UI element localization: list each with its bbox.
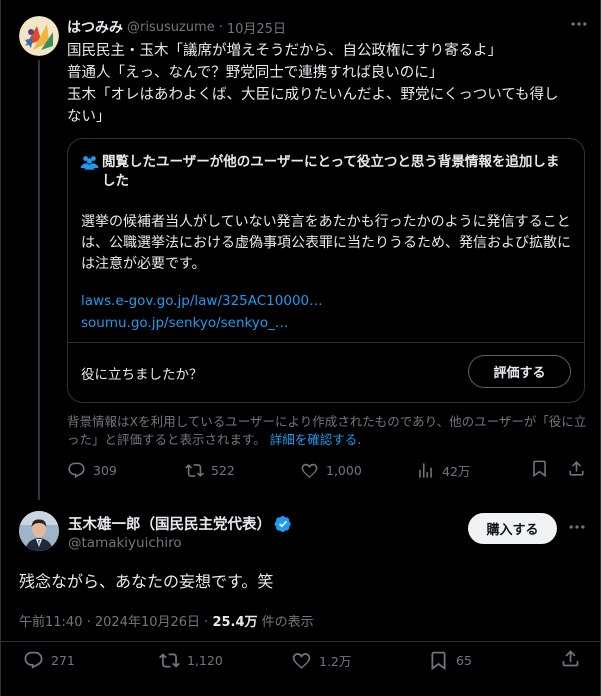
tweet2-handle[interactable]: @tamakiyuichiro	[68, 535, 182, 551]
tweet1-handle[interactable]: @risusuzume	[127, 20, 215, 35]
learn-more-link[interactable]: 詳細を確認する.	[270, 432, 361, 447]
reply-count: 271	[51, 652, 75, 668]
community-note-header: 閲覧したユーザーが他のユーザーにとって役立つと思う背景情報を追加しました	[80, 153, 570, 191]
header-separator: ·	[218, 19, 223, 35]
community-note-link[interactable]: soumu.go.jp/senkyo/senkyo_…	[81, 315, 288, 331]
bookmark-count: 65	[456, 652, 472, 668]
community-note-footer: 背景情報はXを利用しているユーザーにより作成されたものであり、他のユーザーが「役…	[67, 413, 587, 449]
tweet1-line: 普通人「えっ、なんで？野党同士で連携すれば良いのに」	[67, 65, 444, 81]
like-count: 1,000	[326, 462, 362, 478]
community-note: 閲覧したユーザーが他のユーザーにとって役立つと思う背景情報を追加しました 選挙の…	[67, 138, 585, 403]
community-note-title: 閲覧したユーザーが他のユーザーにとって役立つと思う背景情報を追加しました	[102, 154, 560, 189]
tweet1-line: ない」	[67, 109, 111, 125]
helpful-question: 役に立ちましたか？	[81, 367, 203, 383]
conversation-frame: はつみみ @risusuzume · 10月25日 国民民主・玉木「議席が増えそ…	[0, 0, 601, 696]
tweet2-text: 残念ながら、あなたの妄想です。笑	[19, 572, 274, 591]
repost-count: 522	[211, 462, 235, 478]
avatar-hatsumimi[interactable]	[19, 16, 59, 56]
like-button[interactable]: 1,000	[300, 461, 362, 480]
repost-icon	[185, 463, 204, 477]
bookmark-icon	[431, 651, 446, 670]
bookmark-icon	[533, 460, 546, 477]
reply-icon	[68, 462, 85, 478]
tweet2-timestamp[interactable]: 午前11:40 · 2024年10月26日 ·	[19, 615, 212, 630]
views-count: 42万	[442, 463, 471, 479]
tweet2-name-row: 玉木雄一郎（国民民主党代表）	[68, 513, 292, 534]
avatar-tamaki[interactable]	[19, 511, 59, 551]
tweet1-header: はつみみ @risusuzume · 10月25日	[67, 17, 286, 37]
reply-icon	[24, 651, 43, 669]
community-note-link[interactable]: laws.e-gov.go.jp/law/325AC10000…	[81, 293, 323, 309]
tweet1-line: 玉木「オレはあわよくば、大臣に成りたいんだよ、野党にくっついても得し	[67, 87, 559, 103]
like-icon	[292, 652, 311, 669]
community-note-icon	[80, 154, 102, 191]
rate-button[interactable]: 評価する	[468, 355, 571, 388]
tweet2-display-name[interactable]: 玉木雄一郎（国民民主党代表）	[68, 513, 271, 534]
buy-button[interactable]: 購入する	[468, 513, 557, 544]
like-icon	[301, 463, 318, 478]
share-icon	[569, 460, 584, 476]
tweet2-view-count: 25.4万	[212, 615, 258, 630]
thread-line	[38, 60, 40, 500]
bookmark-button[interactable]: 65	[428, 650, 472, 671]
views-button[interactable]: 42万	[416, 461, 470, 480]
tweet1-display-name[interactable]: はつみみ	[67, 17, 123, 37]
tweet1-date[interactable]: 10月25日	[227, 18, 286, 37]
divider	[1, 641, 600, 642]
repost-icon	[159, 652, 180, 668]
more-icon[interactable]	[567, 517, 587, 541]
divider	[68, 342, 584, 343]
reply-button[interactable]: 271	[23, 650, 75, 671]
more-icon[interactable]	[569, 14, 589, 38]
repost-button[interactable]: 522	[185, 461, 235, 480]
verified-badge-icon	[274, 515, 291, 532]
tweet1-text: 国民民主・玉木「議席が増えそうだから、自公政権にすり寄るよ」 普通人「えっ、なん…	[67, 40, 587, 128]
like-count: 1.2万	[319, 653, 352, 669]
repost-count: 1,120	[187, 652, 223, 668]
community-note-text: 選挙の候補者当人がしていない発言をあたかも行ったかのように発信することは、公職選…	[81, 214, 571, 272]
share-icon	[562, 649, 579, 666]
bookmark-button[interactable]	[530, 459, 549, 482]
views-icon	[419, 462, 432, 478]
tweet2-views-suffix: 件の表示	[257, 615, 314, 630]
reply-button[interactable]: 309	[67, 461, 117, 480]
tweet1-line: 国民民主・玉木「議席が増えそうだから、自公政権にすり寄るよ」	[67, 43, 503, 59]
like-button[interactable]: 1.2万	[291, 650, 351, 671]
repost-button[interactable]: 1,120	[159, 650, 223, 671]
reply-count: 309	[93, 462, 117, 478]
tweet2-meta: 午前11:40 · 2024年10月26日 · 25.4万 件の表示	[19, 611, 314, 630]
share-button[interactable]	[567, 459, 586, 482]
share-button[interactable]	[560, 648, 581, 673]
